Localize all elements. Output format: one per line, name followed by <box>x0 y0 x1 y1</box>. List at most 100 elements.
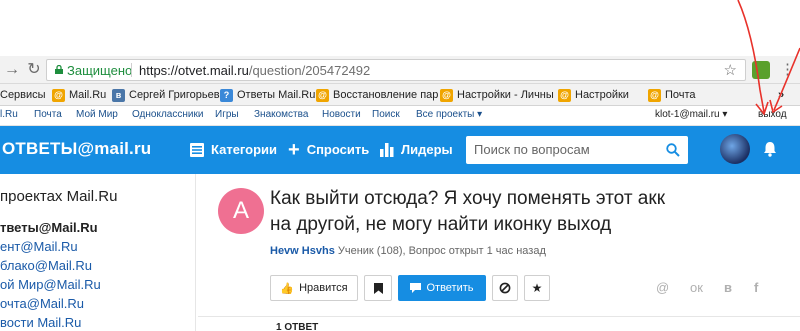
bookmark-item[interactable]: @ Настройки <box>558 87 629 103</box>
bookmark-item[interactable]: @ Восстановление пар <box>316 87 438 103</box>
url-text: https://otvet.mail.ru/question/205472492 <box>139 63 370 78</box>
bell-icon[interactable] <box>762 141 778 157</box>
user-email: klot-1@mail.ru <box>655 109 720 120</box>
bookmark-item[interactable]: в Сергей Григорьев <box>112 87 220 103</box>
at-icon: @ <box>52 88 65 102</box>
star-icon: ★ <box>531 281 543 295</box>
lock-icon <box>55 65 63 74</box>
portal-link[interactable]: Игры <box>215 109 239 120</box>
meta-text: Ученик (108), Вопрос открыт 1 час назад <box>337 245 546 257</box>
sidebar-item[interactable]: ент@Mail.Ru <box>0 239 78 254</box>
nav-label: Категории <box>211 142 278 157</box>
bookmark-label: Сервисы <box>0 89 46 101</box>
sidebar-item[interactable]: тветы@Mail.Ru <box>0 220 98 235</box>
sidebar-item[interactable]: ой Мир@Mail.Ru <box>0 277 101 292</box>
bookmark-button[interactable] <box>364 275 392 301</box>
question-icon: ? <box>220 88 233 102</box>
bookmark-star-icon[interactable]: ☆ <box>724 61 737 79</box>
nav-label: Спросить <box>306 142 370 157</box>
categories-icon <box>190 142 204 157</box>
answer-button[interactable]: Ответить <box>398 275 486 301</box>
plus-icon: + <box>288 138 300 161</box>
search-icon[interactable] <box>666 143 680 157</box>
bookmark-item[interactable]: @ Почта <box>648 87 696 103</box>
portal-bar: l.Ru Почта Мой Мир Одноклассники Игры Зн… <box>0 106 800 126</box>
user-menu[interactable]: klot-1@mail.ru ▾ <box>655 109 727 120</box>
nav-label: Лидеры <box>401 142 453 157</box>
menu-dots-icon[interactable]: ⋮ <box>780 60 795 78</box>
bookmark-label: Восстановление пар <box>333 89 439 101</box>
url-input[interactable]: Защищено https://otvet.mail.ru/question/… <box>46 59 746 81</box>
portal-link[interactable]: Поиск <box>372 109 400 120</box>
url-path: /question/205472492 <box>248 63 371 78</box>
bookmark-label: Сергей Григорьев <box>129 89 220 101</box>
bookmarks-bar: Сервисы @ Mail.Ru в Сергей Григорьев ? Отве… <box>0 84 800 106</box>
author-name[interactable]: Hevw Hsvhs <box>270 245 335 257</box>
user-avatar[interactable] <box>720 134 750 164</box>
sidebar-heading: проектах Mail.Ru <box>0 188 118 205</box>
browser-address-bar: → ↻ Защищено https://otvet.mail.ru/quest… <box>0 56 800 84</box>
secure-label: Защищено <box>67 63 133 78</box>
all-projects-label: Все проекты <box>416 109 475 120</box>
comment-icon <box>410 283 422 293</box>
bookmark-label: Ответы Mail.Ru <box>237 89 316 101</box>
portal-link-all-projects[interactable]: Все проекты ▾ <box>416 109 482 120</box>
sidebar-item[interactable]: блако@Mail.Ru <box>0 258 92 273</box>
portal-link[interactable]: Знакомства <box>254 109 308 120</box>
reload-icon[interactable]: ↻ <box>24 60 44 80</box>
projects-sidebar: проектах Mail.Ru тветы@Mail.Ru ент@Mail.… <box>0 174 196 331</box>
forward-icon[interactable]: → <box>2 60 22 80</box>
content-divider <box>198 316 800 317</box>
bookmark-item[interactable]: @ Mail.Ru <box>52 87 106 103</box>
bookmark-icon <box>373 282 383 294</box>
window-top-area <box>0 0 800 56</box>
like-button[interactable]: 👍 Нравится <box>270 275 358 301</box>
portal-link[interactable]: Новости <box>322 109 361 120</box>
author-avatar[interactable]: A <box>218 188 264 234</box>
sidebar-item[interactable]: очта@Mail.Ru <box>0 296 84 311</box>
bookmark-item[interactable]: Сервисы <box>0 87 46 103</box>
report-button[interactable] <box>492 275 518 301</box>
portal-link[interactable]: Одноклассники <box>132 109 203 120</box>
url-host: https://otvet.mail.ru <box>139 63 249 78</box>
mail-share-icon[interactable]: @ <box>656 280 669 295</box>
bookmark-label: Почта <box>665 89 696 101</box>
caret-down-icon: ▾ <box>722 109 728 120</box>
nav-leaders[interactable]: Лидеры <box>380 142 453 157</box>
url-separator <box>131 63 132 77</box>
bookmark-item[interactable]: @ Настройки - Личны <box>440 87 554 103</box>
at-icon: @ <box>558 88 571 102</box>
bookmarks-more-icon[interactable]: » <box>778 87 784 103</box>
star-button[interactable]: ★ <box>524 275 550 301</box>
nav-categories[interactable]: Категории <box>190 142 277 157</box>
answer-label: Ответить <box>426 282 474 294</box>
portal-link[interactable]: Почта <box>34 109 62 120</box>
vk-icon: в <box>112 88 125 102</box>
block-icon <box>499 282 511 294</box>
answers-count: 1 ОТВЕТ <box>276 322 319 331</box>
vk-share-icon[interactable]: в <box>724 280 732 295</box>
like-label: Нравится <box>299 282 348 294</box>
portal-link[interactable]: Мой Мир <box>76 109 118 120</box>
ok-share-icon[interactable]: ок <box>690 280 703 295</box>
nav-ask[interactable]: + Спросить <box>288 138 370 161</box>
at-icon: @ <box>316 88 329 102</box>
site-logo[interactable]: ОТВЕТЫ@mail.ru <box>2 139 151 159</box>
at-icon: @ <box>440 88 453 102</box>
search-placeholder: Поиск по вопросам <box>474 142 590 157</box>
thumbs-up-icon: 👍 <box>280 282 295 295</box>
portal-link[interactable]: l.Ru <box>0 109 18 120</box>
leaders-icon <box>380 142 394 157</box>
bookmark-label: Настройки <box>575 89 629 101</box>
logout-link[interactable]: выход <box>758 109 787 120</box>
extension-icon[interactable] <box>752 61 770 79</box>
question-meta: Hevw Hsvhs Ученик (108), Вопрос открыт 1… <box>270 245 546 257</box>
caret-down-icon: ▾ <box>477 109 483 120</box>
facebook-share-icon[interactable]: f <box>754 280 758 295</box>
search-input[interactable]: Поиск по вопросам <box>466 136 688 164</box>
sidebar-item[interactable]: вости Mail.Ru <box>0 315 81 330</box>
question-title: Как выйти отсюда? Я хочу поменять этот а… <box>270 188 666 235</box>
at-icon: @ <box>648 88 661 102</box>
bookmark-item[interactable]: ? Ответы Mail.Ru <box>220 87 315 103</box>
bookmark-label: Mail.Ru <box>69 89 107 101</box>
